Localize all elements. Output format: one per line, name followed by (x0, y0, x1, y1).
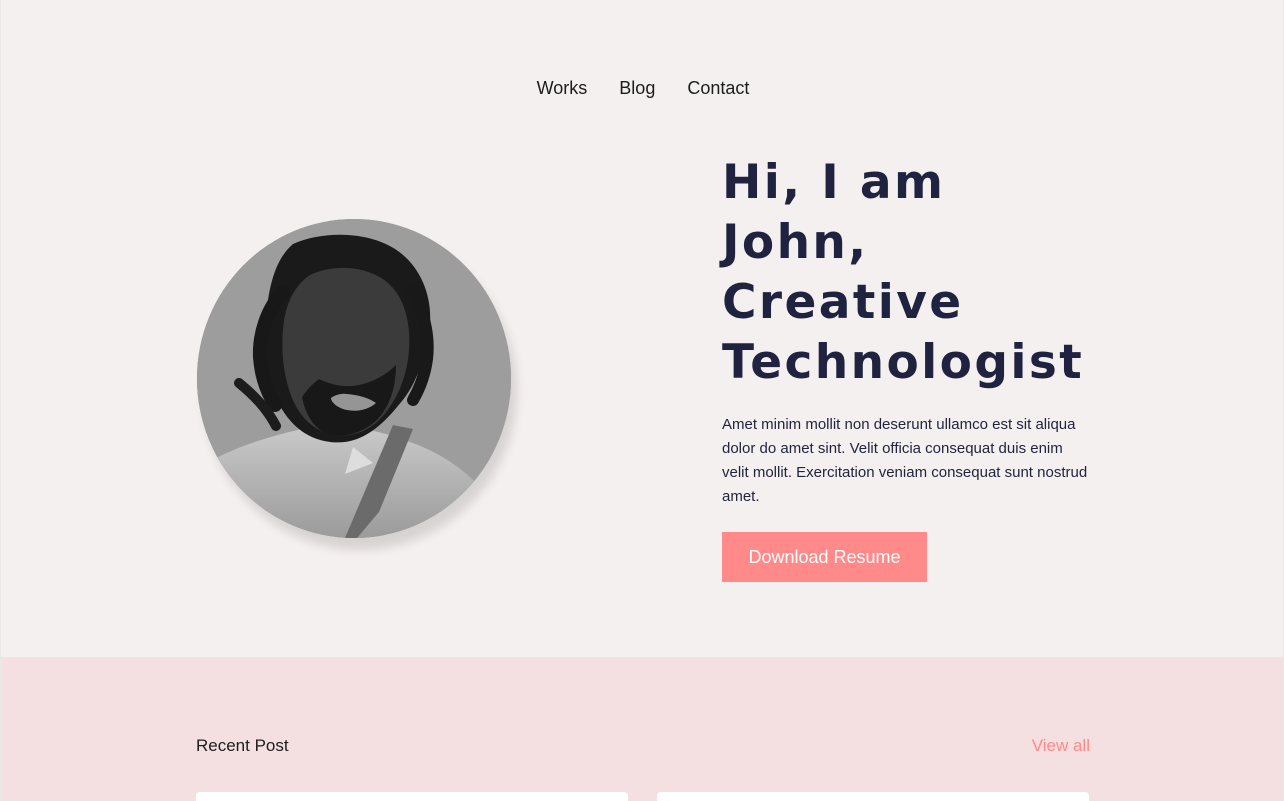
nav-link-contact[interactable]: Contact (687, 76, 749, 100)
view-all-link[interactable]: View all (1032, 734, 1090, 758)
hero-section: Works Blog Contact Hi, I am John, Creati… (1, 0, 1283, 657)
recent-post-title: Recent Post (196, 736, 289, 755)
recent-post-card[interactable] (196, 792, 628, 801)
nav-link-works[interactable]: Works (537, 76, 588, 100)
profile-avatar (197, 219, 511, 538)
hero-heading-line-1: Hi, I am (722, 155, 946, 210)
hero-description: Amet minim mollit non deserunt ullamco e… (722, 416, 1088, 505)
recent-posts-section: Recent Post View all (1, 657, 1283, 801)
hero-heading-line-3: Creative (722, 275, 964, 330)
hero-heading-line-4: Technologist (722, 335, 1085, 390)
nav-link-blog[interactable]: Blog (619, 76, 655, 100)
recent-post-card[interactable] (657, 792, 1089, 801)
hero-heading-line-2: John, (722, 215, 869, 270)
hero-heading: Hi, I am John, Creative Technologist (722, 153, 1152, 393)
portfolio-page: Works Blog Contact Hi, I am John, Creati… (0, 0, 1284, 801)
portrait-image (197, 219, 511, 538)
download-resume-button[interactable]: Download Resume (722, 532, 927, 582)
main-nav: Works Blog Contact (1, 76, 1283, 100)
